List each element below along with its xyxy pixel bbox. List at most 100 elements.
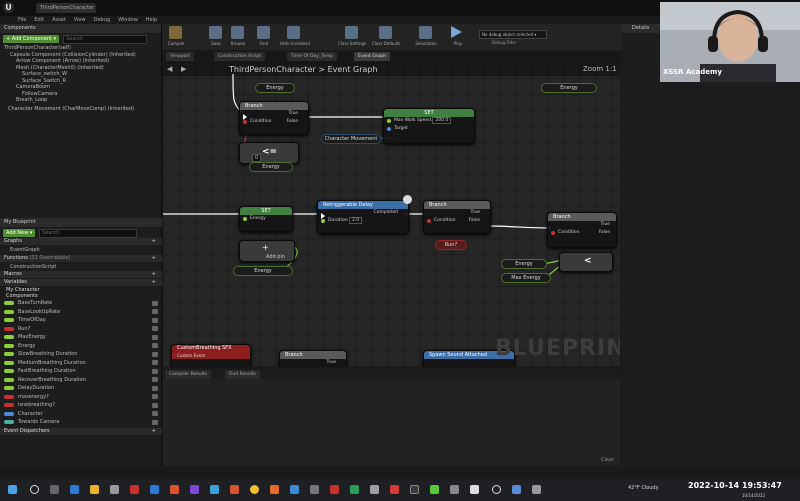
less-equal-node[interactable]: <= 0 <box>239 142 299 164</box>
character-movement-node[interactable]: Character Movement <box>321 134 381 144</box>
add-icon[interactable]: + <box>152 279 156 286</box>
tab-event-graph[interactable]: Event Graph <box>354 52 391 61</box>
tab-construction-script[interactable]: Construction Script <box>214 52 266 61</box>
variable-item[interactable]: Character <box>0 410 162 419</box>
variable-item[interactable]: SlowBreathing Duration <box>0 350 162 359</box>
visibility-eye-icon[interactable] <box>152 343 158 348</box>
energy-getter-node[interactable]: Energy <box>541 83 597 93</box>
windows-start-icon[interactable] <box>8 485 17 494</box>
variable-item[interactable]: MediumBreathing Duration <box>0 359 162 368</box>
graphs-section[interactable]: Graphs + <box>0 238 162 245</box>
variable-item[interactable]: isnebreathing? <box>0 401 162 410</box>
variable-item[interactable]: RecoverBreathing Duration <box>0 376 162 385</box>
edge-icon[interactable] <box>70 485 79 494</box>
components-search-input[interactable]: Search <box>63 35 148 44</box>
visibility-eye-icon[interactable] <box>152 385 158 391</box>
hide-unrelated-button[interactable]: Hide Unrelated <box>280 25 310 49</box>
energy-getter-node[interactable]: Energy <box>249 162 293 172</box>
app-icon[interactable] <box>350 485 359 494</box>
variable-item[interactable]: BaseLookUpRate <box>0 308 162 317</box>
add-icon[interactable]: + <box>152 255 156 262</box>
variable-item[interactable]: Energy <box>0 342 162 351</box>
visibility-eye-icon[interactable] <box>152 411 158 416</box>
chrome-icon[interactable] <box>250 485 259 494</box>
play-button[interactable]: Play <box>444 25 472 49</box>
variable-item[interactable]: FastBreathing Duration <box>0 367 162 376</box>
retriggerable-delay-node[interactable]: Retriggerable Delay Completed Duration 2… <box>317 195 412 234</box>
tab-time-of-day[interactable]: Time Of Day_Temp <box>287 52 338 61</box>
visibility-eye-icon[interactable] <box>152 309 158 314</box>
variable-item[interactable]: Towards Camera <box>0 418 162 427</box>
find-button[interactable]: Find <box>250 25 278 49</box>
app-icon[interactable] <box>330 485 339 494</box>
variable-item[interactable]: DelayDuration <box>0 384 162 393</box>
visibility-eye-icon[interactable] <box>152 394 158 399</box>
menu-file[interactable]: File <box>14 16 30 24</box>
app-icon[interactable] <box>230 485 239 494</box>
tab-compiler-results[interactable]: Compiler Results <box>165 370 211 379</box>
app-icon[interactable] <box>270 485 279 494</box>
variable-item[interactable]: MaxEnergy <box>0 333 162 342</box>
debug-object-select[interactable]: No debug object selected ▾ <box>479 30 547 39</box>
compile-button[interactable]: Compile <box>162 25 190 49</box>
store-icon[interactable] <box>110 485 119 494</box>
visibility-eye-icon[interactable] <box>152 334 158 340</box>
energy-getter-node[interactable]: Energy <box>501 259 547 269</box>
add-float-node[interactable]: + Add pin <box>239 240 295 262</box>
branch-node[interactable]: Branch True Condition False <box>423 200 491 234</box>
app-icon[interactable] <box>470 485 479 494</box>
condition-pin[interactable] <box>243 120 247 124</box>
branch-node[interactable]: Branch True Condition False <box>547 212 617 248</box>
add-icon[interactable]: + <box>152 428 156 435</box>
variable-item[interactable]: BaseTurnRate <box>0 299 162 308</box>
max-walk-speed-input[interactable]: 200.0 <box>432 117 452 124</box>
menu-edit[interactable]: Edit <box>30 16 48 24</box>
tab-viewport[interactable]: Viewport <box>166 52 194 61</box>
event-graph-canvas[interactable]: ◀ ▶ ThirdPersonCharacter > Event Graph Z… <box>163 62 620 367</box>
visibility-eye-icon[interactable] <box>152 351 158 357</box>
app-icon[interactable] <box>210 485 219 494</box>
visibility-eye-icon[interactable] <box>152 377 158 382</box>
energy-getter-node[interactable]: Energy <box>233 266 293 276</box>
blueprint-search-input[interactable]: Search <box>39 229 138 238</box>
app-icon[interactable] <box>430 485 439 494</box>
visibility-eye-icon[interactable] <box>152 368 158 374</box>
app-icon[interactable] <box>150 485 159 494</box>
component-item[interactable]: Breath_Loop <box>4 97 157 104</box>
clear-button[interactable]: Clear <box>601 457 614 463</box>
variables-section[interactable]: Variables + <box>0 279 162 286</box>
app-icon[interactable] <box>532 485 541 494</box>
visibility-eye-icon[interactable] <box>152 300 158 306</box>
app-icon[interactable] <box>190 485 199 494</box>
menu-help[interactable]: Help <box>142 16 161 24</box>
visibility-eye-icon[interactable] <box>152 419 158 425</box>
visibility-eye-icon[interactable] <box>152 326 158 331</box>
unreal-engine-icon[interactable] <box>492 485 501 494</box>
app-icon[interactable] <box>290 485 299 494</box>
add-icon[interactable]: + <box>152 238 156 245</box>
app-icon[interactable] <box>310 485 319 494</box>
class-defaults-button[interactable]: Class Defaults <box>372 25 401 49</box>
add-component-button[interactable]: + Add Component ▾ <box>3 35 60 43</box>
function-item[interactable]: ConstructionScript <box>0 263 162 272</box>
menu-window[interactable]: Window <box>114 16 142 24</box>
branch-node[interactable]: Branch True Condition False <box>239 101 309 135</box>
duration-input[interactable]: 2.0 <box>348 217 363 224</box>
run-getter-node[interactable]: Run? <box>435 240 467 250</box>
app-icon[interactable] <box>390 485 399 494</box>
simulation-button[interactable]: Simulation <box>412 25 440 49</box>
file-tab[interactable]: ThirdPersonCharacter <box>36 3 96 13</box>
branch-node[interactable]: Branch True <box>279 350 347 367</box>
app-icon[interactable] <box>370 485 379 494</box>
set-energy-node[interactable]: SET Energy <box>239 206 293 232</box>
menu-debug[interactable]: Debug <box>90 16 114 24</box>
app-icon[interactable] <box>130 485 139 494</box>
add-new-button[interactable]: Add New ▾ <box>3 229 36 237</box>
browse-button[interactable]: Browse <box>224 25 252 49</box>
app-icon[interactable] <box>410 485 419 494</box>
energy-getter-node[interactable]: Energy <box>255 83 295 93</box>
weather-widget[interactable]: 42°F Cloudy <box>628 485 659 491</box>
max-energy-getter-node[interactable]: Max Energy <box>501 273 551 283</box>
component-item[interactable]: Character Movement (CharMoveComp) (Inher… <box>4 106 157 113</box>
set-max-walk-speed-node[interactable]: SET Max Walk Speed 200.0 Target <box>383 108 475 144</box>
